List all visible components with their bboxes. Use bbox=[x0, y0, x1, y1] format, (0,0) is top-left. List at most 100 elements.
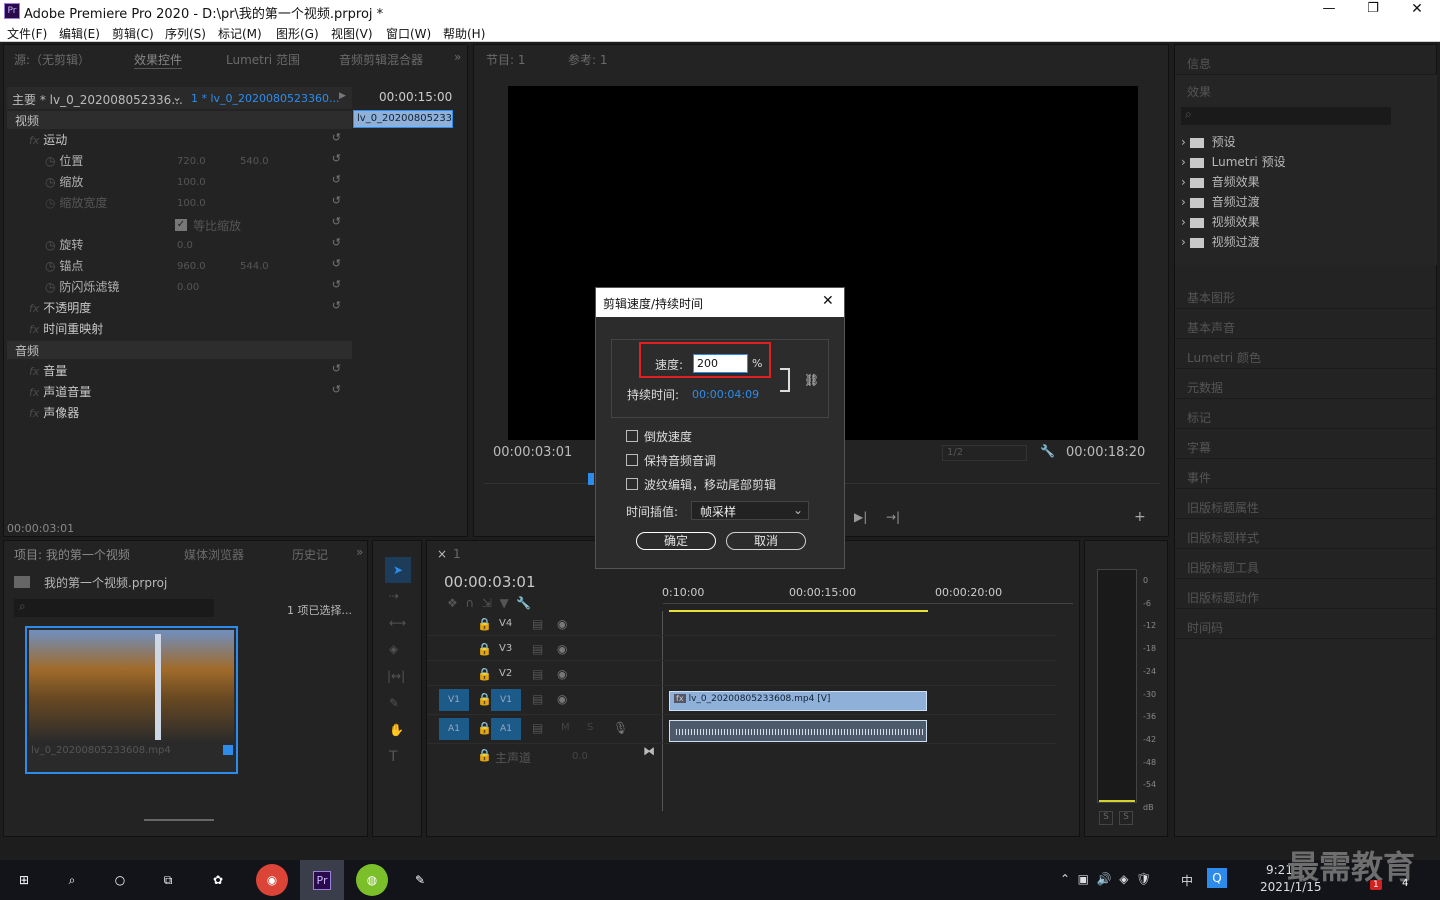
master-clip-label[interactable]: 主要 * lv_0_202008052336... bbox=[12, 91, 183, 108]
lock-icon[interactable]: 🔒 bbox=[477, 748, 492, 762]
reset-icon[interactable]: ↺ bbox=[332, 257, 341, 270]
lock-icon[interactable]: 🔒 bbox=[477, 642, 492, 656]
project-search-input[interactable]: ⌕ bbox=[14, 599, 214, 617]
speed-input[interactable]: 200 bbox=[693, 354, 748, 373]
go-to-end-icon[interactable]: ⧓ bbox=[643, 744, 655, 758]
track-target-a1[interactable]: A1 bbox=[491, 718, 521, 740]
reset-icon[interactable]: ↺ bbox=[332, 173, 341, 186]
meter-solo-right[interactable]: S bbox=[1119, 811, 1133, 825]
sync-icon[interactable]: ▤ bbox=[532, 667, 543, 681]
sync-icon[interactable]: ▤ bbox=[532, 721, 543, 735]
menu-file[interactable]: 文件(F) bbox=[7, 25, 47, 42]
hand-tool-icon[interactable]: ✋ bbox=[389, 723, 404, 737]
mini-timeline-clip[interactable]: lv_0_20200805233 bbox=[353, 110, 453, 128]
eye-icon[interactable]: ◉ bbox=[557, 692, 567, 706]
effects-tree-lumetri-presets[interactable]: › Lumetri 预设 bbox=[1181, 153, 1286, 170]
track-v1[interactable]: V1 🔒 V1 ▤ ◉ fx lv_0_20200805233608.mp4 [V] bbox=[427, 689, 1057, 715]
fx-volume-row[interactable]: fx 音量 ↺ bbox=[7, 362, 349, 382]
green-app-icon[interactable]: ◍ bbox=[356, 864, 388, 896]
tab-source[interactable]: 源:（无剪辑） bbox=[14, 51, 90, 68]
panel-essential-sound[interactable]: 基本声音 bbox=[1175, 309, 1437, 339]
task-view-icon[interactable]: ⧉ bbox=[152, 864, 184, 896]
tab-reference[interactable]: 参考: 1 bbox=[568, 51, 608, 68]
track-v4[interactable]: 🔒 V4 ▤ ◉ bbox=[427, 614, 1057, 636]
chrome-icon[interactable]: ◉ bbox=[256, 864, 288, 896]
project-thumbnail[interactable]: lv_0_20200805233608.mp4 bbox=[25, 626, 238, 774]
tab-effect-controls[interactable]: 效果控件 bbox=[134, 51, 183, 69]
scale-width-value[interactable]: 100.0 bbox=[177, 198, 206, 209]
panel-legacy-title-properties[interactable]: 旧版标题属性 bbox=[1175, 489, 1437, 519]
menu-sequence[interactable]: 序列(S) bbox=[165, 25, 206, 42]
param-scale-row[interactable]: ◷ 缩放 100.0 ↺ bbox=[7, 173, 349, 193]
tab-program[interactable]: 节目: 1 bbox=[486, 51, 526, 68]
reset-icon[interactable]: ↺ bbox=[332, 236, 341, 249]
stopwatch-icon[interactable]: ◷ bbox=[45, 196, 55, 210]
param-anchor-row[interactable]: ◷ 锚点 960.0 544.0 ↺ bbox=[7, 257, 349, 277]
panel-metadata[interactable]: 元数据 bbox=[1175, 369, 1437, 399]
param-antiflicker-row[interactable]: ◷ 防闪烁滤镜 0.00 ↺ bbox=[7, 278, 349, 298]
track-select-tool-icon[interactable]: ⇢ bbox=[389, 589, 399, 603]
fx-opacity-row[interactable]: fx 不透明度 ↺ bbox=[7, 299, 349, 319]
solo-button[interactable]: S bbox=[587, 722, 593, 733]
cancel-button[interactable]: 取消 bbox=[726, 532, 806, 550]
panel-overflow-icon[interactable]: » bbox=[454, 50, 461, 64]
anchor-y-value[interactable]: 544.0 bbox=[240, 261, 269, 272]
position-y-value[interactable]: 540.0 bbox=[240, 156, 269, 167]
work-area-bar[interactable] bbox=[669, 610, 928, 612]
track-v3[interactable]: 🔒 V3 ▤ ◉ bbox=[427, 639, 1057, 661]
maintain-pitch-checkbox[interactable] bbox=[626, 454, 638, 466]
thumbnail-size-slider[interactable] bbox=[144, 819, 214, 821]
menu-clip[interactable]: 剪辑(C) bbox=[112, 25, 154, 42]
panel-overflow-icon[interactable]: » bbox=[356, 545, 363, 559]
panel-info[interactable]: 信息 bbox=[1175, 45, 1437, 75]
premiere-taskbar-icon[interactable]: Pr bbox=[300, 860, 344, 900]
play-triangle-icon[interactable]: ▶ bbox=[339, 91, 346, 101]
reset-icon[interactable]: ↺ bbox=[332, 131, 341, 144]
minimize-button[interactable]: — bbox=[1314, 1, 1344, 16]
timeline-close-icon[interactable]: × bbox=[437, 547, 447, 561]
ripple-edit-checkbox[interactable] bbox=[626, 478, 638, 490]
ime-indicator[interactable]: 中 bbox=[1181, 872, 1193, 889]
stopwatch-icon[interactable]: ◷ bbox=[45, 175, 55, 189]
position-x-value[interactable]: 720.0 bbox=[177, 156, 206, 167]
selection-tool-icon[interactable]: ➤ bbox=[385, 557, 411, 583]
ripple-edit-tool-icon[interactable]: ⟷ bbox=[389, 616, 406, 630]
panel-legacy-title-tools[interactable]: 旧版标题工具 bbox=[1175, 549, 1437, 579]
dialog-close-icon[interactable]: ✕ bbox=[822, 293, 834, 309]
fx-channel-volume-row[interactable]: fx 声道音量 ↺ bbox=[7, 383, 349, 403]
track-v2[interactable]: 🔒 V2 ▤ ◉ bbox=[427, 664, 1057, 686]
menu-graphics[interactable]: 图形(G) bbox=[276, 25, 319, 42]
timeline-audio-clip[interactable] bbox=[669, 720, 927, 742]
reverse-speed-checkbox[interactable] bbox=[626, 430, 638, 442]
pen-tool-icon[interactable]: ✎ bbox=[389, 696, 399, 710]
reset-icon[interactable]: ↺ bbox=[332, 362, 341, 375]
chevron-down-icon[interactable]: ⌄ bbox=[172, 90, 182, 104]
antiflicker-value[interactable]: 0.00 bbox=[177, 282, 199, 293]
uniform-scale-checkbox[interactable]: ✓ bbox=[175, 219, 187, 231]
anchor-x-value[interactable]: 960.0 bbox=[177, 261, 206, 272]
reset-icon[interactable]: ↺ bbox=[332, 299, 341, 312]
eye-icon[interactable]: ◉ bbox=[557, 617, 567, 631]
menu-help[interactable]: 帮助(H) bbox=[443, 25, 485, 42]
fx-panner-row[interactable]: fx 声像器 bbox=[7, 404, 349, 424]
sync-icon[interactable]: ▤ bbox=[532, 642, 543, 656]
lock-icon[interactable]: 🔒 bbox=[477, 617, 492, 631]
reset-icon[interactable]: ↺ bbox=[332, 278, 341, 291]
meter-solo-left[interactable]: S bbox=[1099, 811, 1113, 825]
eye-icon[interactable]: ◉ bbox=[557, 667, 567, 681]
stopwatch-icon[interactable]: ◷ bbox=[45, 280, 55, 294]
reset-icon[interactable]: ↺ bbox=[332, 152, 341, 165]
tab-history[interactable]: 历史记 bbox=[292, 546, 328, 563]
master-track-value[interactable]: 0.0 bbox=[572, 751, 588, 762]
tray-icons[interactable]: ⌃ ▣ 🔊 ◈ 🛡 bbox=[1060, 872, 1151, 886]
action-center-count[interactable]: 4 bbox=[1402, 878, 1408, 889]
timeline-timecode[interactable]: 00:00:03:01 bbox=[444, 573, 536, 591]
fx-motion-row[interactable]: fx 运动 ↺ bbox=[7, 131, 349, 151]
sync-icon[interactable]: ▤ bbox=[532, 692, 543, 706]
search-icon[interactable]: ⌕ bbox=[56, 864, 88, 896]
panel-events[interactable]: 事件 bbox=[1175, 459, 1437, 489]
fx-time-remap-row[interactable]: fx 时间重映射 bbox=[7, 320, 349, 340]
close-button[interactable]: ✕ bbox=[1402, 1, 1432, 17]
effects-tree-audio-transitions[interactable]: › 音频过渡 bbox=[1181, 193, 1260, 210]
menu-edit[interactable]: 编辑(E) bbox=[59, 25, 100, 42]
